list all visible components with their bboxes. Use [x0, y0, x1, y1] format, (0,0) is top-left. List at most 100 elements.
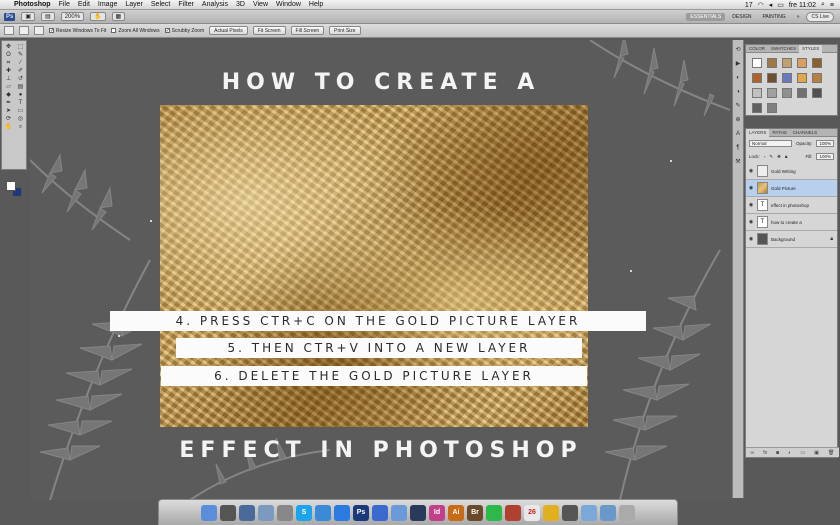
character-panel-icon[interactable]: A: [734, 130, 742, 138]
style-swatch[interactable]: [812, 88, 822, 98]
resize-windows-checkbox[interactable]: ✓ Resize Windows To Fit: [49, 28, 106, 34]
quick-select-tool-icon[interactable]: ✎: [15, 52, 26, 59]
style-swatch[interactable]: [767, 58, 777, 68]
healing-tool-icon[interactable]: ✚: [3, 68, 14, 75]
visibility-eye-icon[interactable]: ◉: [748, 219, 754, 225]
menu-help[interactable]: Help: [309, 1, 323, 8]
adjustments-panel-icon[interactable]: ◐: [734, 74, 742, 82]
spotlight-icon[interactable]: ⌕: [821, 1, 825, 9]
pen-tool-icon[interactable]: ✒: [3, 100, 14, 107]
masks-panel-icon[interactable]: ◑: [734, 88, 742, 96]
lock-position-icon[interactable]: ✥: [777, 154, 781, 160]
dock-illustrator-icon[interactable]: Ai: [448, 504, 464, 521]
dodge-tool-icon[interactable]: ●: [15, 92, 26, 99]
bridge-button[interactable]: ▣: [21, 12, 36, 21]
tab-styles[interactable]: STYLES: [799, 44, 823, 53]
tab-paths[interactable]: PATHS: [769, 130, 789, 135]
dock-calendar-icon[interactable]: 26: [524, 504, 540, 521]
dock-downloads-icon[interactable]: [600, 504, 616, 521]
menu-3d[interactable]: 3D: [236, 1, 245, 8]
blur-tool-icon[interactable]: ◆: [3, 92, 14, 99]
dock-dashboard-icon[interactable]: [220, 504, 236, 521]
arrange-documents-button[interactable]: ▦: [111, 12, 126, 21]
layer-row[interactable]: ◉ Teffect in photoshop: [746, 197, 837, 214]
volume-icon[interactable]: ◂: [769, 1, 773, 9]
tab-color[interactable]: COLOR: [746, 46, 768, 51]
menu-window[interactable]: Window: [276, 1, 301, 8]
style-swatch[interactable]: [797, 88, 807, 98]
layer-row[interactable]: ◉ Thow to create a: [746, 214, 837, 231]
shape-tool-icon[interactable]: ▭: [15, 108, 26, 115]
zoom-level-dropdown[interactable]: 200%: [60, 12, 85, 21]
print-size-button[interactable]: Print Size: [329, 26, 361, 35]
visibility-eye-icon[interactable]: ◉: [748, 185, 754, 191]
workspace-essentials[interactable]: ESSENTIALS: [686, 13, 726, 21]
scrubby-zoom-checkbox[interactable]: ✓ Scrubby Zoom: [164, 28, 204, 34]
brush-tool-icon[interactable]: ✐: [15, 68, 26, 75]
eyedropper-tool-icon[interactable]: ⁄: [15, 60, 26, 67]
hand-tool-button[interactable]: ✋: [90, 12, 106, 21]
dock-mission-control-icon[interactable]: [239, 504, 255, 521]
dock-trash-icon[interactable]: [619, 504, 635, 521]
dock-appstore-icon[interactable]: [334, 504, 350, 521]
battery-icon[interactable]: ▭: [777, 1, 784, 9]
foreground-color-swatch[interactable]: [6, 181, 16, 191]
style-swatch[interactable]: [752, 73, 762, 83]
wifi-icon[interactable]: ◠: [758, 1, 764, 9]
style-swatch[interactable]: [752, 58, 762, 68]
layer-style-icon[interactable]: fx: [763, 450, 767, 456]
move-tool-icon[interactable]: ✥: [3, 44, 14, 51]
dock-bridge-icon[interactable]: Br: [467, 504, 483, 521]
3d-rotate-tool-icon[interactable]: ⟳: [3, 116, 14, 123]
tab-swatches[interactable]: SWATCHES: [768, 46, 799, 51]
blend-mode-dropdown[interactable]: Normal: [749, 140, 792, 147]
zoom-all-checkbox[interactable]: Zoom All Windows: [111, 28, 160, 34]
gradient-tool-icon[interactable]: ▤: [15, 84, 26, 91]
lock-image-icon[interactable]: ✎: [769, 154, 773, 160]
menu-select[interactable]: Select: [151, 1, 170, 8]
tool-presets-panel-icon[interactable]: ⚒: [734, 158, 742, 166]
dock-skype-icon[interactable]: S: [296, 504, 312, 521]
style-swatch[interactable]: [782, 73, 792, 83]
workspace-painting[interactable]: PAINTING: [758, 13, 789, 21]
dock-migration-icon[interactable]: [277, 504, 293, 521]
paragraph-panel-icon[interactable]: ¶: [734, 144, 742, 152]
actions-panel-icon[interactable]: ▶: [734, 60, 742, 68]
clock[interactable]: fre 11:02: [789, 2, 816, 9]
menu-file[interactable]: File: [59, 1, 70, 8]
style-swatch[interactable]: [797, 73, 807, 83]
workspace-design[interactable]: DESIGN: [728, 13, 755, 21]
style-swatch[interactable]: [812, 73, 822, 83]
dock-itunes-icon[interactable]: [372, 504, 388, 521]
dock-preview-icon[interactable]: [562, 504, 578, 521]
adjustment-layer-icon[interactable]: ◐: [788, 450, 791, 456]
trash-icon[interactable]: 🗑︎: [828, 450, 834, 456]
eraser-tool-icon[interactable]: ▱: [3, 84, 14, 91]
fill-input[interactable]: 100%: [816, 153, 834, 160]
stamp-tool-icon[interactable]: ⊥: [3, 76, 14, 83]
hand-tool-icon[interactable]: ✋: [3, 124, 14, 131]
style-swatch[interactable]: [767, 103, 777, 113]
fit-screen-button[interactable]: Fit Screen: [252, 26, 286, 35]
menu-layer[interactable]: Layer: [125, 1, 143, 8]
path-select-tool-icon[interactable]: ➤: [3, 108, 14, 115]
visibility-eye-icon[interactable]: ◉: [748, 168, 754, 174]
extras-dropdown[interactable]: ▤: [41, 12, 55, 21]
new-layer-icon[interactable]: ▣: [814, 450, 819, 456]
3d-camera-tool-icon[interactable]: ◎: [15, 116, 26, 123]
link-layers-icon[interactable]: ∞: [751, 450, 755, 456]
actual-pixels-button[interactable]: Actual Pixels: [209, 26, 248, 35]
opacity-input[interactable]: 100%: [816, 140, 834, 147]
style-swatch[interactable]: [752, 88, 762, 98]
dock-finder-icon[interactable]: [201, 504, 217, 521]
dock-chrome-icon[interactable]: [543, 504, 559, 521]
style-swatch[interactable]: [782, 88, 792, 98]
style-swatch[interactable]: [797, 58, 807, 68]
history-brush-tool-icon[interactable]: ↺: [15, 76, 26, 83]
dock-mail-icon[interactable]: [391, 504, 407, 521]
zoom-tool-preset[interactable]: [4, 26, 14, 35]
menu-analysis[interactable]: Analysis: [202, 1, 228, 8]
tab-channels[interactable]: CHANNELS: [790, 130, 821, 135]
dock-spotify-icon[interactable]: [486, 504, 502, 521]
app-menu[interactable]: Photoshop: [14, 1, 51, 8]
